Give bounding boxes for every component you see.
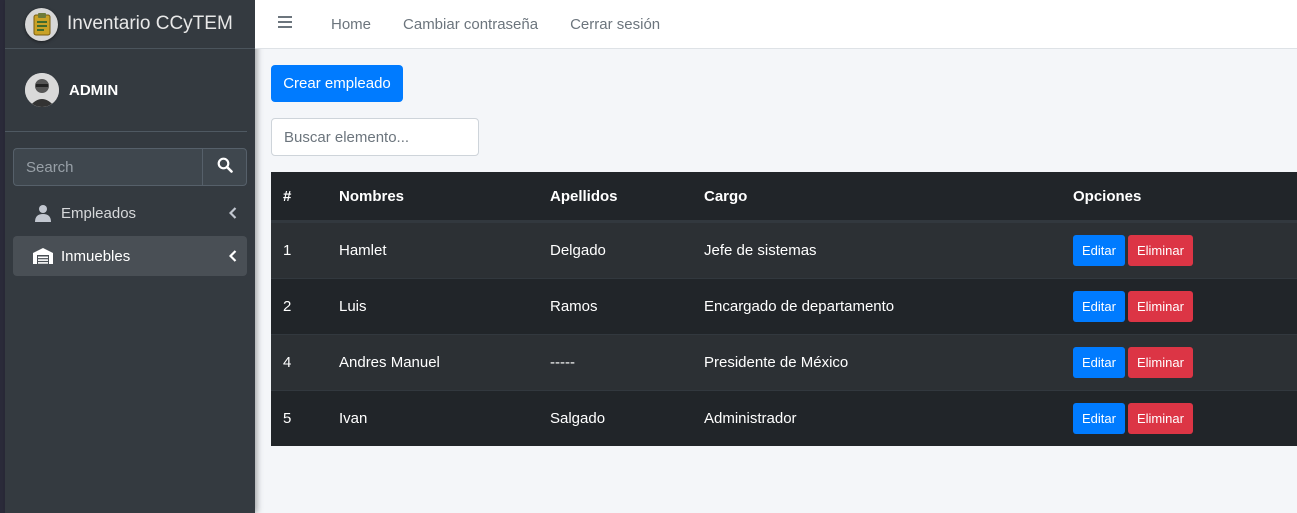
cell-id: 1 (283, 242, 292, 259)
cell-cargo: Jefe de sistemas (704, 242, 817, 259)
edit-button[interactable]: Editar (1073, 291, 1125, 322)
cell-nombres: Ivan (339, 410, 368, 427)
edit-button[interactable]: Editar (1073, 347, 1125, 378)
menu-toggle-button[interactable] (255, 15, 315, 33)
table-header: # Nombres Apellidos Cargo Opciones (271, 172, 1297, 222)
edit-button[interactable]: Editar (1073, 235, 1125, 266)
table-search-input[interactable] (271, 118, 479, 156)
sidebar-item-label: Inmuebles (61, 247, 131, 265)
column-header-opciones: Opciones (1073, 187, 1142, 205)
cell-id: 5 (283, 410, 292, 427)
cell-opciones: Editar Eliminar (1073, 291, 1297, 322)
hamburger-icon (278, 15, 292, 33)
cell-nombres: Andres Manuel (339, 354, 440, 371)
cell-cargo: Administrador (704, 410, 797, 427)
cell-apellidos: Delgado (550, 242, 606, 259)
sidebar: Inventario CCyTEM ADMIN Search Empleados… (5, 0, 255, 513)
cell-cargo: Encargado de departamento (704, 298, 895, 315)
cell-opciones: Editar Eliminar (1073, 403, 1297, 434)
column-header-nombres: Nombres (339, 187, 405, 205)
table-row: 5 Ivan Salgado Administrador Editar Elim… (271, 390, 1297, 446)
avatar (25, 73, 59, 107)
delete-button[interactable]: Eliminar (1127, 347, 1193, 378)
chevron-left-icon (219, 207, 247, 219)
sidebar-search-button[interactable] (202, 148, 247, 186)
chevron-left-icon (219, 250, 247, 262)
column-header-apellidos: Apellidos (550, 187, 618, 205)
search-icon (217, 157, 233, 178)
cell-apellidos: Salgado (550, 410, 606, 427)
nav-link-home[interactable]: Home (315, 16, 387, 33)
brand-link[interactable]: Inventario CCyTEM (5, 0, 255, 49)
edit-button[interactable]: Editar (1073, 403, 1125, 434)
top-navbar: Home Cambiar contraseña Cerrar sesión (255, 0, 1297, 49)
delete-button[interactable]: Eliminar (1127, 403, 1193, 434)
brand-title: Inventario CCyTEM (67, 13, 233, 34)
delete-button[interactable]: Eliminar (1127, 235, 1193, 266)
delete-button[interactable]: Eliminar (1127, 291, 1193, 322)
employees-table: # Nombres Apellidos Cargo Opciones 1 Ham… (271, 172, 1297, 446)
cell-nombres: Luis (339, 298, 367, 315)
cell-apellidos: Ramos (550, 298, 598, 315)
sidebar-search (13, 148, 247, 186)
column-header-id: # (283, 187, 292, 205)
user-icon (31, 203, 55, 223)
nav-link-logout[interactable]: Cerrar sesión (554, 16, 676, 33)
cell-opciones: Editar Eliminar (1073, 347, 1297, 378)
sidebar-item-inmuebles[interactable]: Inmuebles (13, 236, 247, 276)
cell-nombres: Hamlet (339, 242, 387, 259)
table-row: 1 Hamlet Delgado Jefe de sistemas Editar… (271, 222, 1297, 278)
sidebar-item-label: Empleados (61, 204, 137, 222)
sidebar-nav: Empleados Inmuebles (13, 193, 247, 279)
warehouse-icon (31, 246, 55, 266)
cell-id: 2 (283, 298, 292, 315)
table-row: 4 Andres Manuel ----- Presidente de Méxi… (271, 334, 1297, 390)
nav-link-change-password[interactable]: Cambiar contraseña (387, 16, 554, 33)
user-name: ADMIN (69, 81, 119, 99)
column-header-cargo: Cargo (704, 187, 748, 205)
cell-id: 4 (283, 354, 292, 371)
table-row: 2 Luis Ramos Encargado de departamento E… (271, 278, 1297, 334)
sidebar-item-empleados[interactable]: Empleados (13, 193, 247, 233)
cell-cargo: Presidente de México (704, 354, 849, 371)
create-employee-button[interactable]: Crear empleado (271, 65, 403, 102)
user-panel[interactable]: ADMIN (5, 49, 247, 132)
clipboard-icon (25, 7, 58, 41)
cell-opciones: Editar Eliminar (1073, 235, 1297, 266)
cell-apellidos: ----- (550, 354, 575, 371)
sidebar-search-input[interactable] (13, 148, 202, 186)
